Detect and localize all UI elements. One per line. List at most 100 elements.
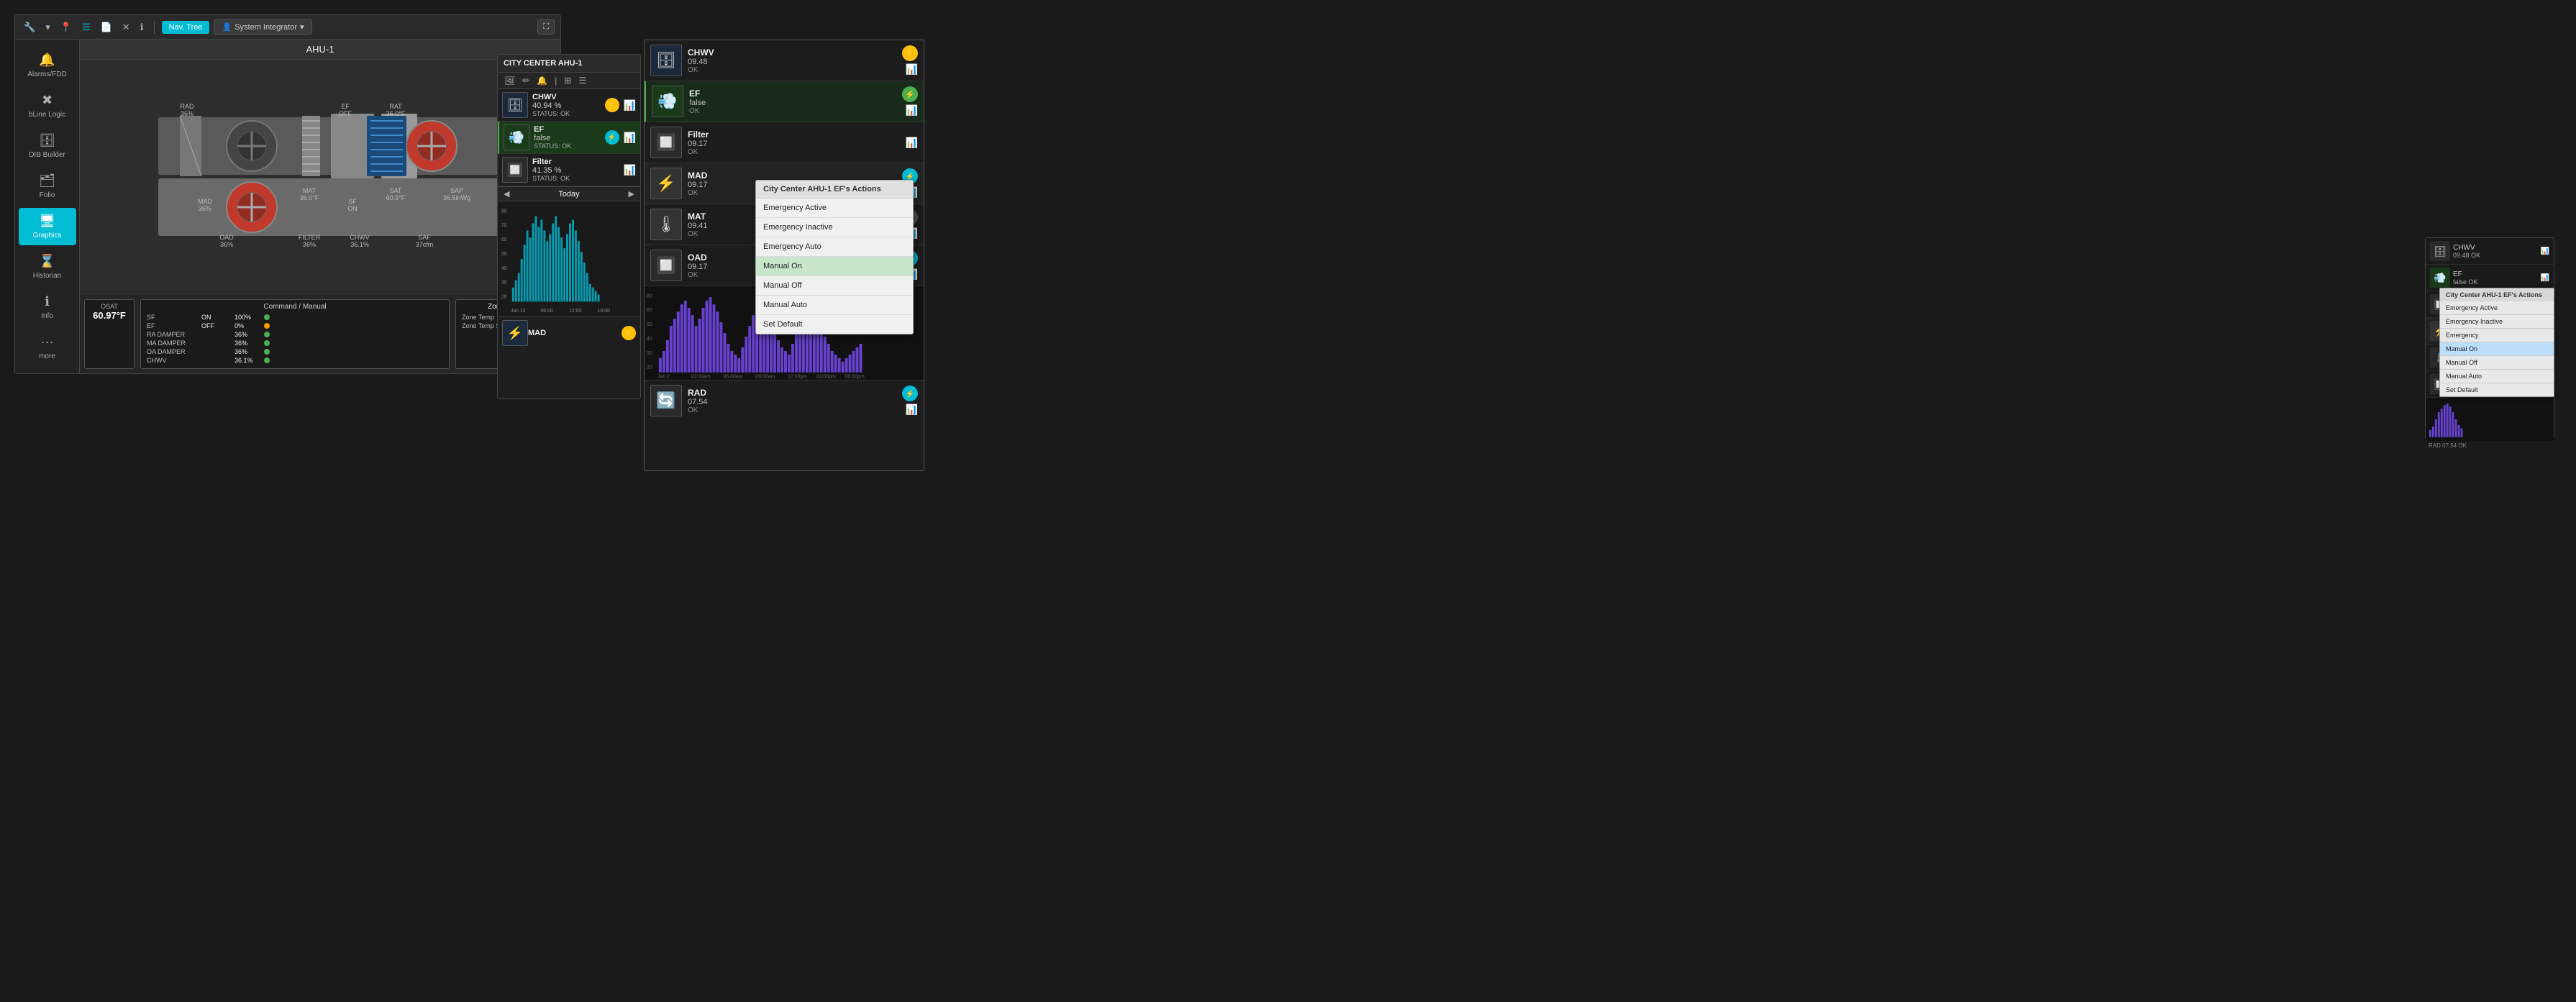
ctx-emergency-inactive[interactable]: Emergency Inactive [756, 218, 913, 237]
ef-panel-item[interactable]: 💨 EF false STATUS: OK ⚡ 📊 [498, 122, 640, 154]
sidebar-item-info[interactable]: ℹ Info [19, 288, 76, 326]
svg-text:50: 50 [501, 252, 507, 257]
ef-chart-btn[interactable]: 📊 [906, 104, 918, 117]
sidebar-item-historian[interactable]: ⌛ Historian [19, 248, 76, 286]
small-ctx-emergency[interactable]: Emergency [2440, 329, 2554, 342]
ctx-manual-on[interactable]: Manual On [756, 257, 913, 276]
detail-filter-info: Filter 09.17 OK [688, 129, 900, 156]
filter-panel-item[interactable]: 🔲 Filter 41.35 % STATUS: OK 📊 [498, 154, 640, 186]
srp-chart-area [2426, 398, 2554, 441]
sidebar-label-historian: Historian [33, 272, 61, 280]
small-ctx-emergency-inactive[interactable]: Emergency Inactive [2440, 315, 2554, 329]
detail-filter-thumb: 🔲 [650, 127, 682, 158]
chwv-dot [264, 357, 270, 363]
sidebar-item-bline-logic[interactable]: ✖ bLine Logic [19, 87, 76, 124]
detail-filter-actions: 📊 [906, 137, 918, 149]
srp-chwv-chart[interactable]: 📊 [2541, 247, 2549, 255]
tools-icon[interactable]: 🔧 [21, 20, 38, 35]
small-ctx-emergency-active[interactable]: Emergency Active [2440, 301, 2554, 315]
location-icon[interactable]: 📍 [58, 20, 75, 35]
filter-info: Filter 41.35 % STATUS: OK [532, 158, 619, 182]
sidebar-item-dib-builder[interactable]: 🗄 DIB Builder [19, 127, 76, 165]
list2-icon[interactable]: ☰ [576, 75, 588, 86]
ctx-emergency-auto[interactable]: Emergency Auto [756, 237, 913, 257]
mad-panel-item[interactable]: ⚡ MAD ⚡ [498, 316, 640, 349]
small-ctx-manual-off[interactable]: Manual Off [2440, 356, 2554, 370]
svg-text:70: 70 [501, 223, 507, 228]
small-ctx-set-default[interactable]: Set Default [2440, 383, 2554, 396]
sys-integrator-button[interactable]: 👤 System Integrator ▾ [214, 19, 311, 35]
detail-ef-actions: ⚡ 📊 [902, 86, 918, 117]
srp-ef-chart[interactable]: 📊 [2541, 274, 2549, 282]
cmd-row-ef: EF OFF 0% [147, 322, 443, 329]
svg-text:03:00am: 03:00am [691, 375, 711, 380]
svg-text:50: 50 [647, 322, 652, 327]
close-icon[interactable]: ✕ [119, 20, 133, 35]
chwv-chart-icon[interactable]: 📊 [624, 99, 636, 111]
cmd-row-ra-damper: RA DAMPER 36% [147, 331, 443, 338]
srp-chwv[interactable]: 🗄 CHWV 09.48 OK 📊 [2426, 238, 2554, 265]
chwv-chart-btn[interactable]: 📊 [906, 63, 918, 76]
list-icon[interactable]: ☰ [79, 20, 94, 35]
filter-chart-btn[interactable]: 📊 [906, 137, 918, 149]
detail-ef-row[interactable]: 💨 EF false OK ⚡ 📊 [645, 81, 924, 122]
ef-badge: ⚡ [605, 130, 619, 145]
sidebar-item-graphics[interactable]: 🖥 Graphics [19, 208, 76, 245]
svg-text:60: 60 [647, 308, 652, 313]
ctx-emergency-active[interactable]: Emergency Active [756, 199, 913, 218]
nav-tree-button[interactable]: Nav. Tree [162, 21, 210, 34]
pencil-icon[interactable]: ✏ [520, 75, 532, 86]
ctx-manual-off[interactable]: Manual Off [756, 276, 913, 296]
grid-icon[interactable]: ⊞ [562, 75, 573, 86]
ef-status-dot [264, 323, 270, 329]
sidebar-label-more: more [39, 352, 55, 360]
pipe-icon[interactable]: | [552, 75, 559, 86]
bell-icon[interactable]: 🔔 [534, 75, 550, 86]
osat-label: OSAT [91, 303, 128, 310]
srp-ef-info: EF false OK [2453, 270, 2538, 286]
doc-icon[interactable]: 📄 [98, 20, 115, 35]
ctx-manual-auto[interactable]: Manual Auto [756, 296, 913, 315]
city-center-panel: CITY CENTER AHU-1 🖼 ✏ 🔔 | ⊞ ☰ 🗄 CHWV 40.… [497, 54, 641, 399]
detail-chwv-row[interactable]: 🗄 CHWV 09.48 OK ⚡ 📊 [645, 40, 924, 81]
main-toolbar: 🔧 ▾ 📍 ☰ 📄 ✕ ℹ Nav. Tree 👤 System Integra… [15, 15, 560, 40]
chwv-info: CHWV 40.94 % STATUS: OK [532, 93, 601, 117]
image-icon[interactable]: 🖼 [502, 75, 517, 86]
small-ctx-manual-auto[interactable]: Manual Auto [2440, 370, 2554, 383]
wrench-dropdown-icon[interactable]: ▾ [42, 20, 53, 35]
sidebar-item-folio[interactable]: 🗂 Folio [19, 168, 76, 205]
mad-thumb: ⚡ [502, 320, 528, 346]
chart-prev[interactable]: ◀ [504, 189, 509, 199]
ctx-set-default[interactable]: Set Default [756, 315, 913, 334]
ef-chart-icon[interactable]: 📊 [624, 132, 636, 144]
chart-next[interactable]: ▶ [629, 189, 634, 199]
graphics-icon: 🖥 [39, 214, 55, 229]
detail-filter-row[interactable]: 🔲 Filter 09.17 OK 📊 [645, 122, 924, 163]
svg-text:36.0°F: 36.0°F [300, 194, 319, 201]
detail-chwv-actions: ⚡ 📊 [902, 45, 918, 76]
filter-chart-icon[interactable]: 📊 [624, 164, 636, 176]
detail-oad-thumb: 🔲 [650, 250, 682, 281]
historian-icon: ⌛ [39, 254, 55, 269]
rad-chart-btn[interactable]: 📊 [906, 404, 918, 416]
expand-button[interactable]: ⛶ [537, 19, 555, 35]
cmd-row-chwv: CHWV 36.1% [147, 357, 443, 364]
srp-chwv-info: CHWV 09.48 OK [2453, 244, 2538, 259]
chart-svg: 80 70 60 50 40 30 20 [498, 201, 640, 316]
sidebar-item-more[interactable]: ··· more [19, 329, 76, 366]
svg-text:ON: ON [347, 205, 358, 212]
ra-damper-dot [264, 332, 270, 337]
info-small-icon[interactable]: ℹ [137, 20, 147, 35]
svg-text:SAP: SAP [450, 187, 463, 194]
small-ctx-manual-on[interactable]: Manual On [2440, 342, 2554, 356]
sidebar-item-alarms-fdd[interactable]: 🔔 Alarms/FDD [19, 47, 76, 84]
svg-text:60.9°F: 60.9°F [386, 194, 406, 201]
svg-text:36%: 36% [220, 241, 233, 247]
chwv-panel-item[interactable]: 🗄 CHWV 40.94 % STATUS: OK ⚡ 📊 [498, 89, 640, 122]
svg-text:20: 20 [501, 294, 507, 299]
more-icon: ··· [41, 334, 54, 350]
svg-text:RAT: RAT [389, 103, 402, 110]
detail-rad-row[interactable]: 🔄 RAD 07.54 OK ⚡ 📊 [645, 380, 924, 421]
ef-action-badge: ⚡ [902, 86, 918, 102]
svg-text:12:00pm: 12:00pm [788, 375, 807, 380]
